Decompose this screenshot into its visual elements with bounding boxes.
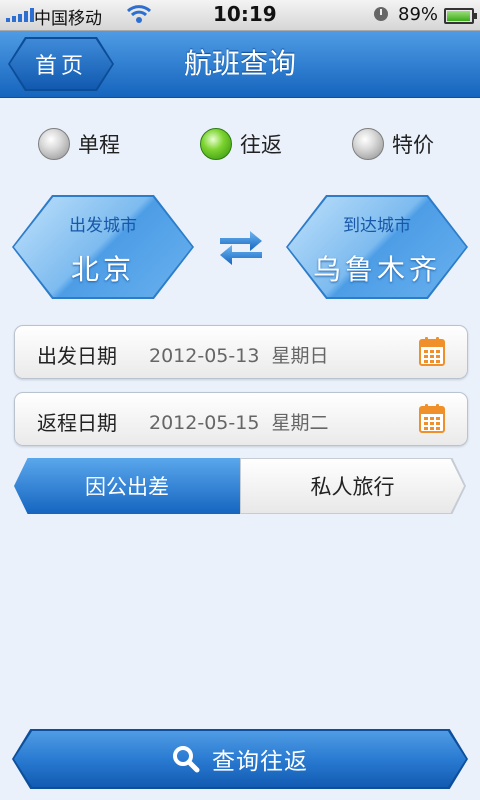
carrier-name: 中国移动	[34, 9, 102, 29]
calendar-icon[interactable]	[419, 403, 445, 433]
return-date-label: 返程日期	[37, 411, 117, 435]
segment-private-travel[interactable]: 私人旅行	[241, 459, 464, 513]
travel-purpose-segmented: 因公出差 私人旅行	[14, 458, 466, 514]
radio-label: 特价	[392, 133, 434, 157]
depart-date-value: 2012-05-13 星期日	[149, 345, 329, 367]
return-date-field[interactable]: 返程日期 2012-05-15 星期二	[14, 392, 468, 446]
segment-business-trip[interactable]: 因公出差	[14, 458, 240, 514]
nav-header: 首页 航班查询	[0, 31, 480, 98]
arrival-city-button[interactable]: 到达城市 乌鲁木齐	[286, 195, 468, 299]
radio-indicator-icon	[38, 128, 70, 160]
depart-date-field[interactable]: 出发日期 2012-05-13 星期日	[14, 325, 468, 379]
departure-city-button[interactable]: 出发城市 北京	[12, 195, 194, 299]
arrival-city-caption: 到达城市	[343, 216, 411, 236]
radio-one-way[interactable]: 单程	[38, 128, 120, 160]
clock-time: 10:19	[213, 2, 277, 26]
radio-indicator-selected-icon	[200, 128, 232, 160]
radio-indicator-icon	[352, 128, 384, 160]
calendar-icon[interactable]	[419, 336, 445, 366]
search-round-trip-button[interactable]: 查询往返	[14, 731, 466, 787]
alarm-icon	[374, 7, 388, 21]
trip-type-selector: 单程 往返 特价	[0, 128, 480, 164]
wifi-icon	[126, 5, 152, 23]
depart-date-label: 出发日期	[37, 344, 117, 368]
radio-special-price[interactable]: 特价	[352, 128, 434, 160]
battery-percent: 89%	[398, 4, 439, 25]
radio-round-trip[interactable]: 往返	[200, 128, 282, 160]
status-bar: 中国移动 10:19 89%	[0, 0, 480, 31]
return-date-value: 2012-05-15 星期二	[149, 412, 329, 434]
home-back-button[interactable]: 首页	[10, 39, 112, 89]
signal-strength-icon	[6, 8, 34, 22]
search-icon	[173, 746, 200, 773]
swap-cities-icon[interactable]	[216, 228, 266, 268]
departure-city-caption: 出发城市	[69, 216, 137, 236]
battery-fill	[447, 11, 471, 21]
radio-label: 单程	[78, 133, 120, 157]
search-button-label: 查询往返	[212, 749, 308, 775]
battery-icon	[444, 8, 477, 24]
radio-label: 往返	[240, 133, 282, 157]
